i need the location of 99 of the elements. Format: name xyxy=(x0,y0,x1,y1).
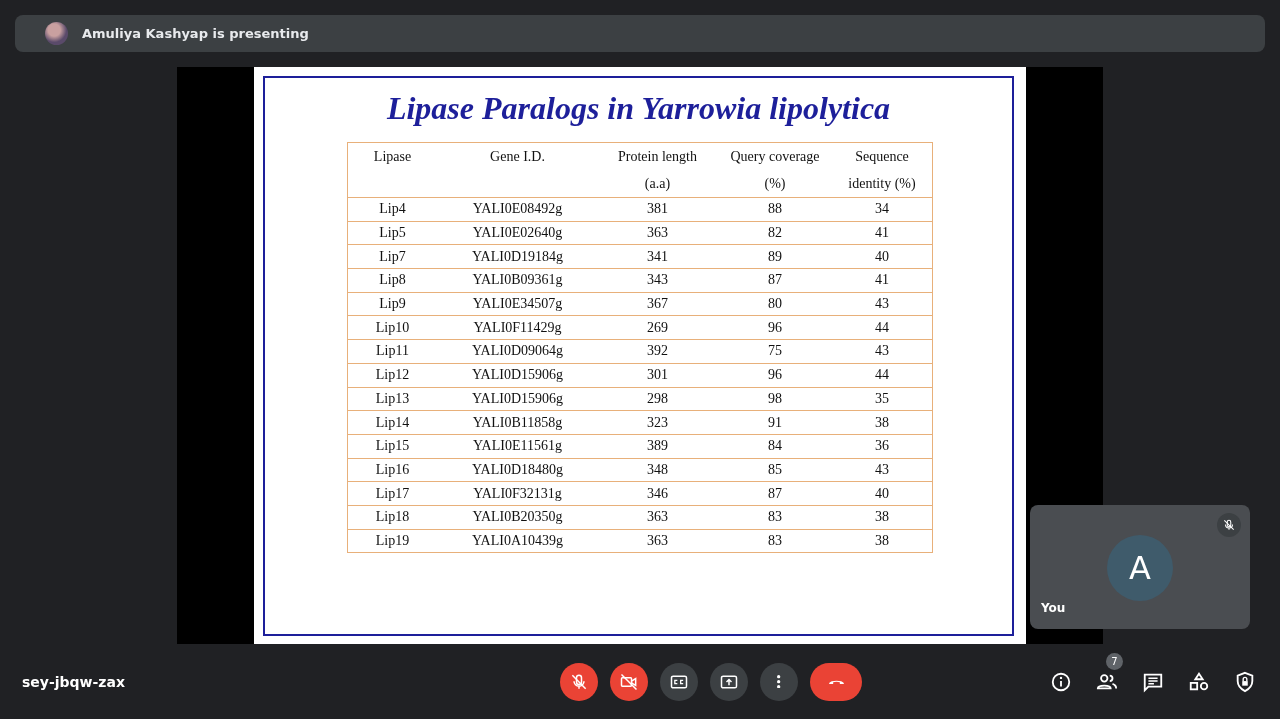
column-header: Gene I.D. xyxy=(437,142,598,198)
table-cell: 96 xyxy=(717,315,833,340)
table-cell: 341 xyxy=(597,244,718,269)
info-icon xyxy=(1050,670,1072,693)
table-cell: 301 xyxy=(597,363,718,387)
table-cell: 34 xyxy=(832,197,932,222)
table-cell: Lip7 xyxy=(347,244,438,269)
table-cell: YALI0D15906g xyxy=(437,387,598,411)
table-cell: 36 xyxy=(832,434,932,459)
table-cell: 44 xyxy=(832,315,932,340)
camera-off-icon xyxy=(619,671,639,692)
camera-button[interactable] xyxy=(610,662,648,701)
table-cell: 38 xyxy=(832,529,932,553)
self-avatar: A xyxy=(1107,535,1173,601)
table-cell: 98 xyxy=(717,387,833,411)
table-cell: Lip9 xyxy=(347,292,438,316)
table-cell: 43 xyxy=(832,339,932,364)
table-cell: 38 xyxy=(832,505,932,530)
table-cell: YALI0E02640g xyxy=(437,221,598,245)
table-cell: 88 xyxy=(717,197,833,222)
table-cell: Lip10 xyxy=(347,315,438,340)
table-cell: 96 xyxy=(717,363,833,387)
table-cell: YALI0B11858g xyxy=(437,410,598,435)
table-cell: 83 xyxy=(717,505,833,530)
table-cell: 343 xyxy=(597,268,718,293)
table-cell: 381 xyxy=(597,197,718,222)
column-header: Query coverage (%) xyxy=(717,142,833,198)
table-cell: 44 xyxy=(832,363,932,387)
captions-button[interactable] xyxy=(660,662,698,701)
table-cell: YALI0D15906g xyxy=(437,363,598,387)
table-cell: 91 xyxy=(717,410,833,435)
table-cell: 367 xyxy=(597,292,718,316)
table-cell: 82 xyxy=(717,221,833,245)
table-cell: 41 xyxy=(832,221,932,245)
table-cell: 389 xyxy=(597,434,718,459)
table-cell: YALI0D09064g xyxy=(437,339,598,364)
presenter-avatar xyxy=(45,22,68,45)
table-cell: 363 xyxy=(597,505,718,530)
table-cell: 43 xyxy=(832,458,932,482)
table-cell: 87 xyxy=(717,481,833,506)
table-cell: 348 xyxy=(597,458,718,482)
table-cell: 298 xyxy=(597,387,718,411)
table-cell: Lip17 xyxy=(347,481,438,506)
table-cell: Lip15 xyxy=(347,434,438,459)
table-cell: YALI0F11429g xyxy=(437,315,598,340)
table-cell: 346 xyxy=(597,481,718,506)
table-cell: Lip16 xyxy=(347,458,438,482)
table-cell: Lip14 xyxy=(347,410,438,435)
table-cell: 43 xyxy=(832,292,932,316)
table-cell: 38 xyxy=(832,410,932,435)
table-cell: 87 xyxy=(717,268,833,293)
table-cell: 35 xyxy=(832,387,932,411)
table-cell: 40 xyxy=(832,481,932,506)
table-cell: YALI0A10439g xyxy=(437,529,598,553)
table-cell: 83 xyxy=(717,529,833,553)
table-cell: YALI0D18480g xyxy=(437,458,598,482)
present-button[interactable] xyxy=(710,662,748,701)
table-cell: YALI0E34507g xyxy=(437,292,598,316)
shield-lock-icon xyxy=(1234,670,1256,693)
table-cell: 75 xyxy=(717,339,833,364)
column-header: Protein length (a.a) xyxy=(597,142,718,198)
table-cell: 363 xyxy=(597,529,718,553)
table-cell: Lip11 xyxy=(347,339,438,364)
table-cell: 41 xyxy=(832,268,932,293)
more-options-button[interactable] xyxy=(760,662,798,701)
slide-title: Lipase Paralogs in Yarrowia lipolytica xyxy=(386,90,891,128)
table-cell: YALI0E11561g xyxy=(437,434,598,459)
table-cell: Lip18 xyxy=(347,505,438,530)
table-cell: Lip4 xyxy=(347,197,438,222)
table-cell: YALI0B20350g xyxy=(437,505,598,530)
table-cell: YALI0E08492g xyxy=(437,197,598,222)
count-badge: 7 xyxy=(1106,652,1123,670)
table-cell: 363 xyxy=(597,221,718,245)
column-header: Lipase xyxy=(347,142,438,198)
table-cell: 269 xyxy=(597,315,718,340)
table-cell: 89 xyxy=(717,244,833,269)
shapes-icon xyxy=(1188,670,1210,693)
table-cell: Lip5 xyxy=(347,221,438,245)
table-cell: YALI0F32131g xyxy=(437,481,598,506)
table-cell: Lip8 xyxy=(347,268,438,293)
more-icon xyxy=(777,674,781,689)
table-cell: Lip19 xyxy=(347,529,438,553)
table-cell: 323 xyxy=(597,410,718,435)
self-label: You xyxy=(1041,601,1066,615)
table-cell: Lip13 xyxy=(347,387,438,411)
meeting-code: sey-jbqw-zax xyxy=(22,673,126,690)
table-cell: Lip12 xyxy=(347,363,438,387)
table-cell: YALI0D19184g xyxy=(437,244,598,269)
presenter-text: Amuliya Kashyap is presenting xyxy=(82,26,309,41)
table-cell: 80 xyxy=(717,292,833,316)
phone-icon xyxy=(828,678,844,685)
microphone-button[interactable] xyxy=(560,662,598,701)
table-cell: 84 xyxy=(717,434,833,459)
table-cell: 40 xyxy=(832,244,932,269)
table-cell: 85 xyxy=(717,458,833,482)
end-call-button[interactable] xyxy=(810,662,862,701)
table-cell: 392 xyxy=(597,339,718,364)
table-cell: YALI0B09361g xyxy=(437,268,598,293)
column-header: Sequence identity (%) xyxy=(832,142,932,198)
